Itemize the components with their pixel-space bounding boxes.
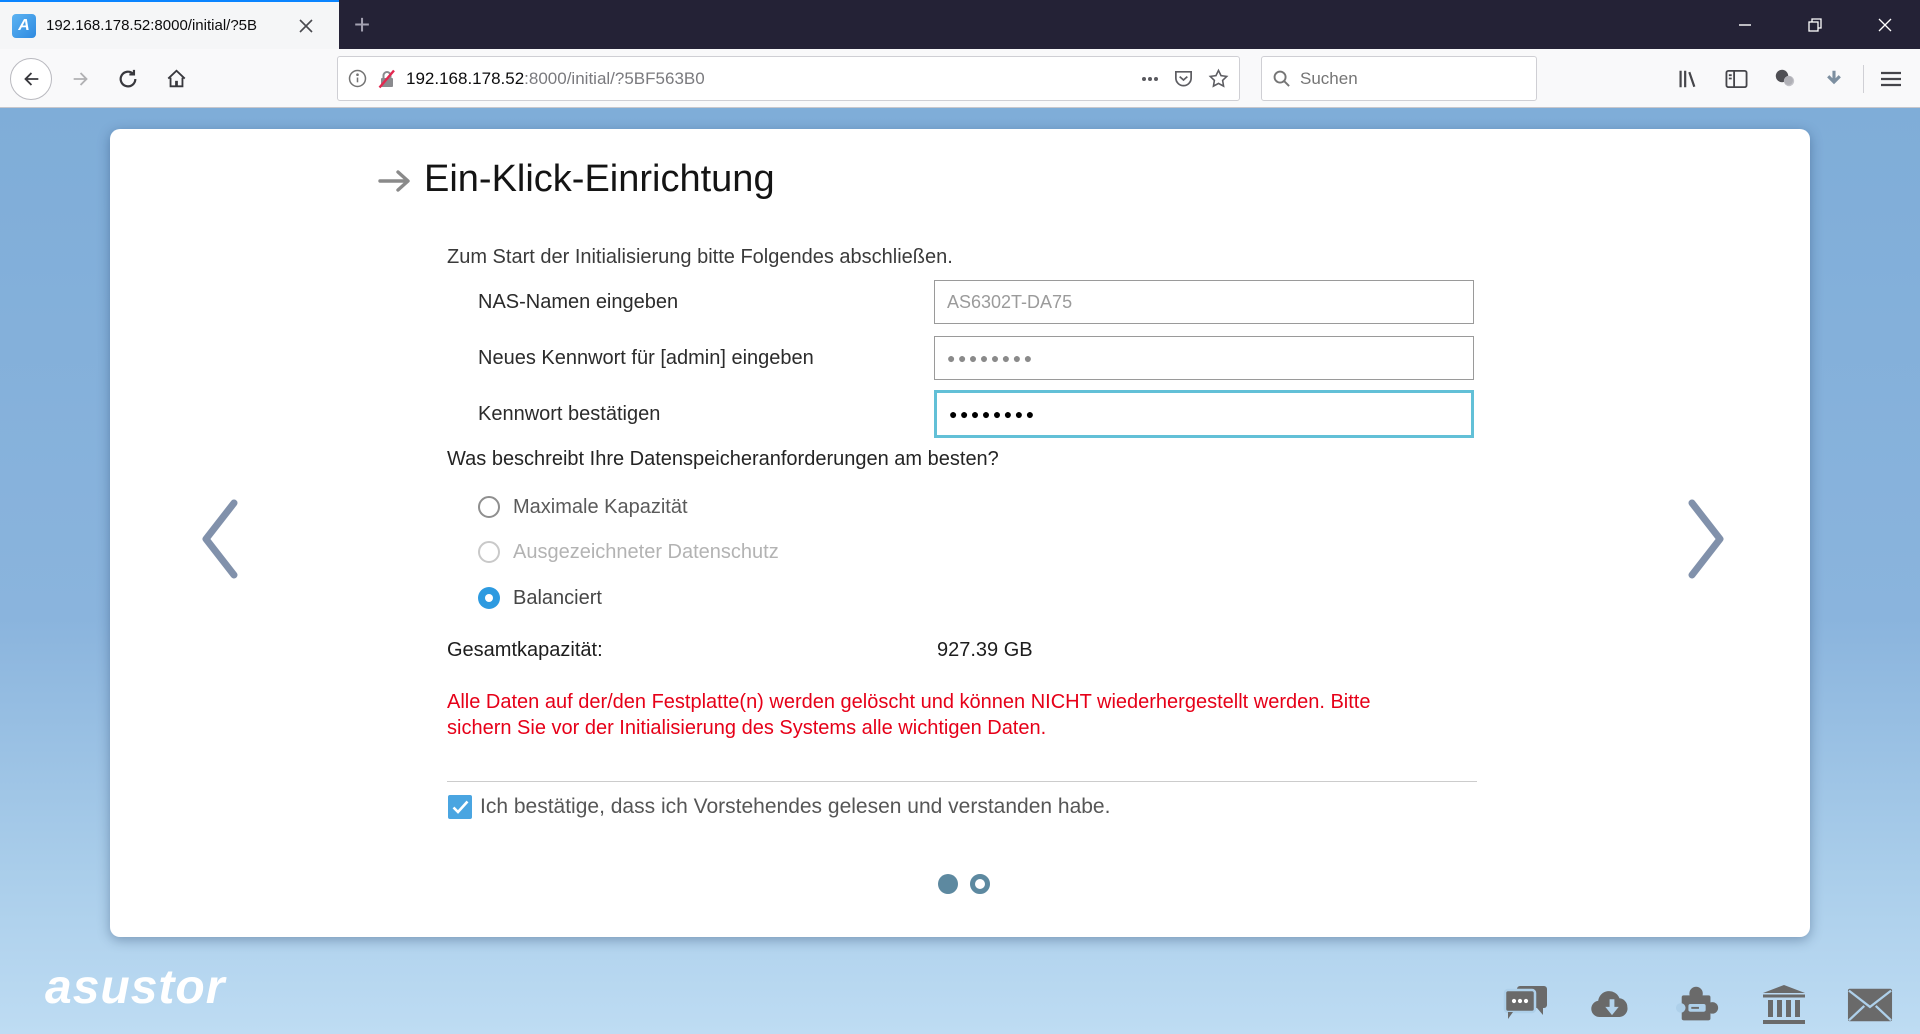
library-icon — [1679, 70, 1696, 87]
nas-name-input[interactable] — [934, 280, 1474, 324]
setup-page: Ein-Klick-Einrichtung Zum Start der Init… — [0, 108, 1920, 1034]
data-loss-warning: Alle Daten auf der/den Festplatte(n) wer… — [447, 689, 1457, 741]
intro-text: Zum Start der Initialisierung bitte Folg… — [447, 246, 953, 268]
pocket-icon — [1175, 70, 1192, 87]
navigation-toolbar: 192.168.178.52:8000/initial/?5BF563B0 — [0, 49, 1920, 108]
capacity-label: Gesamtkapazität: — [447, 639, 603, 661]
datacenter-icon[interactable] — [1761, 982, 1807, 1028]
search-input[interactable] — [1300, 68, 1500, 89]
forward-icon — [73, 71, 88, 86]
url-host: 192.168.178.52 — [406, 68, 525, 88]
mail-icon[interactable] — [1847, 982, 1893, 1028]
sidebar-toggle-button[interactable] — [1714, 49, 1758, 108]
apps-puzzle-icon[interactable] — [1675, 982, 1721, 1028]
footer-icons — [1503, 982, 1893, 1028]
downloads-button[interactable] — [1812, 49, 1856, 108]
close-button[interactable] — [1850, 0, 1920, 49]
restore-button[interactable] — [1780, 0, 1850, 49]
asustor-logo: asustor — [45, 961, 226, 1014]
radio-selected-icon[interactable] — [478, 587, 500, 609]
cloud-download-icon[interactable] — [1589, 982, 1635, 1028]
insecure-lock-icon — [378, 69, 395, 88]
nas-name-label: NAS-Namen eingeben — [478, 291, 679, 313]
sidebar-icon — [1725, 69, 1747, 88]
confirm-checkbox-checked-icon[interactable] — [448, 795, 472, 819]
page-title: Ein-Klick-Einrichtung — [424, 158, 775, 200]
new-password-label: Neues Kennwort für [admin] eingeben — [478, 347, 814, 369]
new-tab-button[interactable]: + — [343, 0, 381, 49]
pocket-button[interactable] — [1173, 68, 1194, 89]
ellipsis-icon — [1142, 76, 1158, 81]
page-info-icon[interactable] — [348, 69, 367, 88]
confirm-password-input[interactable] — [934, 390, 1474, 438]
browser-tab[interactable]: A 192.168.178.52:8000/initial/?5B — [0, 0, 339, 49]
storage-question: Was beschreibt Ihre Datenspeicheranforde… — [447, 448, 999, 470]
window-controls — [1710, 0, 1920, 49]
home-button[interactable] — [153, 49, 199, 108]
radio-unselected-icon[interactable] — [478, 496, 500, 518]
carousel-next-button[interactable] — [1682, 495, 1730, 583]
radio-label: Ausgezeichneter Datenschutz — [513, 540, 779, 563]
chat-icon[interactable] — [1503, 982, 1549, 1028]
tab-title: 192.168.178.52:8000/initial/?5B — [46, 17, 288, 34]
carousel-prev-button[interactable] — [196, 495, 244, 583]
hamburger-menu-icon — [1881, 71, 1901, 86]
titlebar: A 192.168.178.52:8000/initial/?5B + — [0, 0, 1920, 49]
pagination-dot-active[interactable] — [938, 874, 958, 894]
new-password-input[interactable] — [934, 336, 1474, 380]
library-button[interactable] — [1665, 49, 1709, 108]
warning-line: sichern Sie vor der Initialisierung des … — [447, 717, 1047, 739]
radio-disabled-icon — [478, 541, 500, 563]
reload-button[interactable] — [105, 49, 151, 108]
search-icon — [1273, 70, 1290, 87]
url-text: 192.168.178.52:8000/initial/?5BF563B0 — [406, 69, 705, 89]
pagination-dot[interactable] — [970, 874, 990, 894]
extension-button[interactable] — [1763, 49, 1807, 108]
star-icon — [1208, 68, 1229, 88]
radio-label: Balanciert — [513, 586, 602, 609]
url-bar[interactable]: 192.168.178.52:8000/initial/?5BF563B0 — [337, 56, 1240, 101]
radio-option-max-capacity[interactable]: Maximale Kapazität — [478, 495, 688, 519]
radio-option-balanced[interactable]: Balanciert — [478, 586, 602, 610]
confirm-password-label: Kennwort bestätigen — [478, 403, 661, 425]
radio-option-data-protection: Ausgezeichneter Datenschutz — [478, 540, 779, 564]
back-icon — [10, 57, 52, 100]
confirm-row[interactable]: Ich bestätige, dass ich Vorstehendes gel… — [448, 795, 1110, 819]
bookmark-star-button[interactable] — [1208, 68, 1229, 89]
pagination — [938, 874, 990, 894]
url-path: :8000/initial/?5BF563B0 — [524, 68, 705, 88]
toolbar-separator — [1863, 65, 1864, 93]
reload-icon — [119, 69, 137, 87]
radio-label: Maximale Kapazität — [513, 495, 688, 518]
capacity-value: 927.39 GB — [937, 639, 1033, 661]
title-arrow-icon — [378, 170, 410, 192]
warning-line: Alle Daten auf der/den Festplatte(n) wer… — [447, 691, 1371, 713]
search-bar[interactable] — [1261, 56, 1537, 101]
extension-spheres-icon — [1775, 69, 1795, 86]
asustor-favicon-icon: A — [12, 13, 36, 38]
back-button[interactable] — [8, 49, 54, 108]
forward-button[interactable] — [58, 49, 104, 108]
home-icon — [167, 68, 185, 87]
divider — [447, 781, 1477, 782]
menu-button[interactable] — [1869, 49, 1913, 108]
download-icon — [1827, 70, 1841, 84]
confirm-label: Ich bestätige, dass ich Vorstehendes gel… — [480, 795, 1111, 818]
minimize-button[interactable] — [1710, 0, 1780, 49]
page-actions-button[interactable] — [1141, 76, 1159, 82]
tab-close-icon[interactable] — [294, 14, 318, 38]
browser-window: A 192.168.178.52:8000/initial/?5B + 192.… — [0, 0, 1920, 1034]
